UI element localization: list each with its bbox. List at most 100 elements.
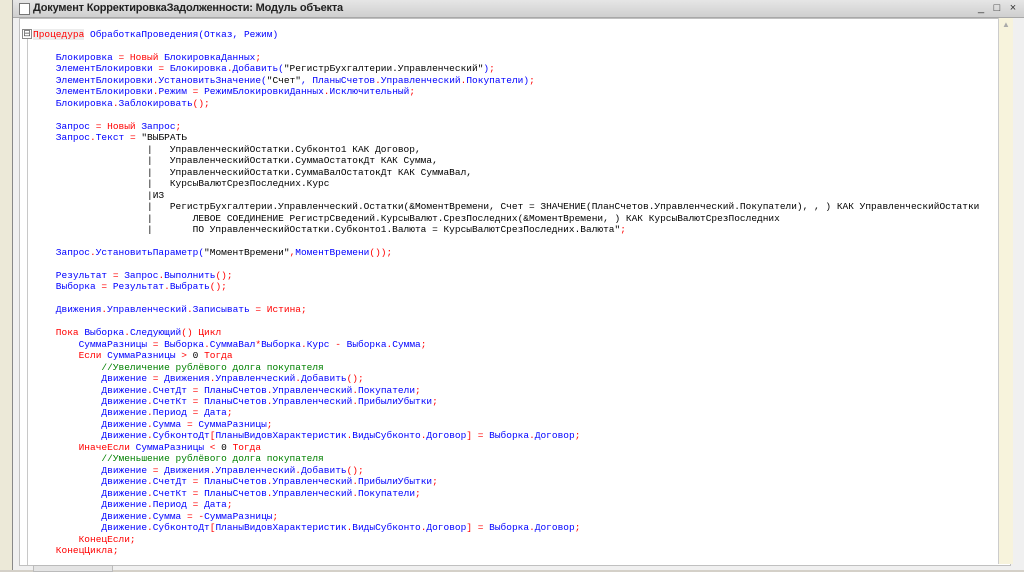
code-line[interactable]: //Увеличение рублёвого долга покупателя <box>33 362 979 373</box>
code-token: Результат <box>33 269 113 281</box>
code-token: Следующий <box>129 327 182 339</box>
code-token: Курс <box>306 338 336 350</box>
code-line[interactable]: Запрос.Текст = "ВЫБРАТЬ <box>33 132 979 143</box>
code-line[interactable]: Движение.Период = Дата; <box>33 407 979 418</box>
code-token: Движение <box>33 430 148 442</box>
code-token: = - <box>186 510 205 522</box>
code-line[interactable]: | УправленческийОстатки.Субконто1 КАК До… <box>33 144 979 155</box>
module-window: Документ КорректировкаЗадолженности: Мод… <box>12 0 1024 572</box>
code-token: Запрос <box>33 120 96 132</box>
code-line[interactable]: | ПО УправленческийОстатки.Субконто1.Вал… <box>33 224 979 235</box>
code-line[interactable]: | КурсыВалютСрезПоследних.Курс <box>33 178 979 189</box>
code-line[interactable] <box>33 235 979 246</box>
code-token: | КурсыВалютСрезПоследних.Курс <box>33 178 330 190</box>
code-line[interactable]: ИначеЕсли СуммаРазницы < 0 Тогда <box>33 442 979 453</box>
procedure-selector-tab[interactable] <box>33 565 113 572</box>
code-line[interactable]: Движение = Движения.Управленческий.Добав… <box>33 465 979 476</box>
code-line[interactable]: | РегистрБухгалтерии.Управленческий.Оста… <box>33 201 979 212</box>
code-line[interactable]: ЭлементБлокировки = Блокировка.Добавить(… <box>33 63 979 74</box>
code-token: 0 <box>221 441 233 453</box>
code-token: ; <box>432 396 438 407</box>
code-token: = Новый <box>95 120 142 132</box>
code-line[interactable]: Процедура ОбработкаПроведения(Отказ, Реж… <box>33 29 979 40</box>
code-token: Запрос <box>33 246 91 258</box>
code-token: СчетКт <box>152 396 193 407</box>
code-line[interactable]: | УправленческийОстатки.СуммаВалОстатокД… <box>33 167 979 178</box>
vertical-scrollbar[interactable]: ▲ <box>998 18 1013 564</box>
code-line[interactable] <box>33 40 979 51</box>
code-line[interactable]: | УправленческийОстатки.СуммаОстатокДт К… <box>33 155 979 166</box>
code-line[interactable]: Блокировка.Заблокировать(); <box>33 98 979 109</box>
code-line[interactable]: Движение = Движения.Управленческий.Добав… <box>33 373 979 384</box>
code-token: , ПланыСчетов <box>300 74 376 86</box>
code-token: Добавить <box>300 464 347 476</box>
code-token: Движение <box>33 373 153 385</box>
code-line[interactable]: Движение.СубконтоДт[ПланыВидовХарактерис… <box>33 430 979 441</box>
code-token: Управленческий <box>380 74 461 86</box>
code-line[interactable]: Движение.Сумма = СуммаРазницы; <box>33 419 979 430</box>
code-token: "Счет" <box>266 74 301 86</box>
code-line[interactable]: Движение.СчетДт = ПланыСчетов.Управленче… <box>33 476 979 487</box>
code-line[interactable]: Движения.Управленческий.Записывать = Ист… <box>33 304 979 315</box>
code-token: Движение <box>33 396 148 407</box>
code-line[interactable] <box>33 109 979 120</box>
code-token: Договор <box>534 522 575 534</box>
code-line[interactable]: Движение.СубконтоДт[ПланыВидовХарактерис… <box>33 522 979 533</box>
code-token: Выборка <box>489 522 530 534</box>
code-token: СуммаРазницы <box>107 350 182 362</box>
code-line[interactable]: ЭлементБлокировки.Режим = РежимБлокировк… <box>33 86 979 97</box>
code-line[interactable]: | ЛЕВОЕ СОЕДИНЕНИЕ РегистрСведений.Курсы… <box>33 213 979 224</box>
code-token: "РегистрБухгалтерии.Управленческий" <box>283 63 484 75</box>
code-line[interactable]: Движение.СчетДт = ПланыСчетов.Управленче… <box>33 385 979 396</box>
code-line[interactable] <box>33 316 979 327</box>
code-token: = <box>192 407 205 419</box>
code-line[interactable]: //Уменьшение рублёвого долга покупателя <box>33 453 979 464</box>
code-line[interactable] <box>33 293 979 304</box>
code-token: = <box>101 281 113 293</box>
code-line[interactable]: Результат = Запрос.Выполнить(); <box>33 270 979 281</box>
scroll-up-icon[interactable]: ▲ <box>999 18 1013 32</box>
code-token: Управленческий <box>215 373 296 385</box>
fold-collapse-icon[interactable]: ⊟ <box>22 29 32 39</box>
code-token: Дата <box>204 407 227 419</box>
code-line[interactable]: КонецЦикла; <box>33 545 979 556</box>
code-token: Тогда <box>232 441 262 453</box>
code-token: Выборка <box>346 338 387 350</box>
code-line[interactable]: Пока Выборка.Следующий() Цикл <box>33 327 979 338</box>
code-editor[interactable]: ⊟ Процедура ОбработкаПроведения(Отказ, Р… <box>19 18 1011 566</box>
code-token: Добавить( <box>232 63 284 75</box>
code-token: = <box>192 86 205 98</box>
code-line[interactable]: Блокировка = Новый БлокировкаДанных; <box>33 52 979 63</box>
code-token: Выборка <box>261 338 301 350</box>
code-token: ; <box>415 384 421 396</box>
code-token: Исключительный <box>329 86 410 98</box>
code-line[interactable]: Движение.СчетКт = ПланыСчетов.Управленче… <box>33 396 979 407</box>
code-line[interactable]: Движение.Сумма = -СуммаРазницы; <box>33 511 979 522</box>
code-token: Сумма <box>392 338 421 350</box>
code-token: = <box>192 476 205 488</box>
code-token: СуммаВал <box>209 338 256 350</box>
code-token: Движение <box>33 522 148 534</box>
code-token: РежимБлокировкиДанных <box>204 86 324 98</box>
code-line[interactable]: Выборка = Результат.Выбрать(); <box>33 281 979 292</box>
code-line[interactable] <box>33 258 979 269</box>
code-line[interactable]: Запрос = Новый Запрос; <box>33 121 979 132</box>
code-token: БлокировкаДанных <box>164 51 256 63</box>
code-line[interactable]: Движение.СчетКт = ПланыСчетов.Управленче… <box>33 488 979 499</box>
code-comment: //Уменьшение рублёвого долга покупателя <box>33 453 324 465</box>
code-token: Результат <box>112 281 165 293</box>
close-button[interactable]: × <box>1007 1 1019 15</box>
code-token: Покупатели <box>358 384 416 396</box>
minimize-button[interactable]: _ <box>975 1 987 15</box>
code-line[interactable]: ЭлементБлокировки.УстановитьЗначение("Сч… <box>33 75 979 86</box>
code-line[interactable]: КонецЕсли; <box>33 534 979 545</box>
code-line[interactable]: СуммаРазницы = Выборка.СуммаВал*Выборка.… <box>33 339 979 350</box>
code-text[interactable]: Процедура ОбработкаПроведения(Отказ, Реж… <box>33 29 979 557</box>
maximize-button[interactable]: □ <box>991 1 1003 15</box>
code-line[interactable]: Запрос.УстановитьПараметр("МоментВремени… <box>33 247 979 258</box>
code-line[interactable]: Если СуммаРазницы > 0 Тогда <box>33 350 979 361</box>
code-line[interactable]: |ИЗ <box>33 190 979 201</box>
code-token: Движение <box>33 384 148 396</box>
code-token: Запрос <box>141 120 176 132</box>
code-line[interactable]: Движение.Период = Дата; <box>33 499 979 510</box>
